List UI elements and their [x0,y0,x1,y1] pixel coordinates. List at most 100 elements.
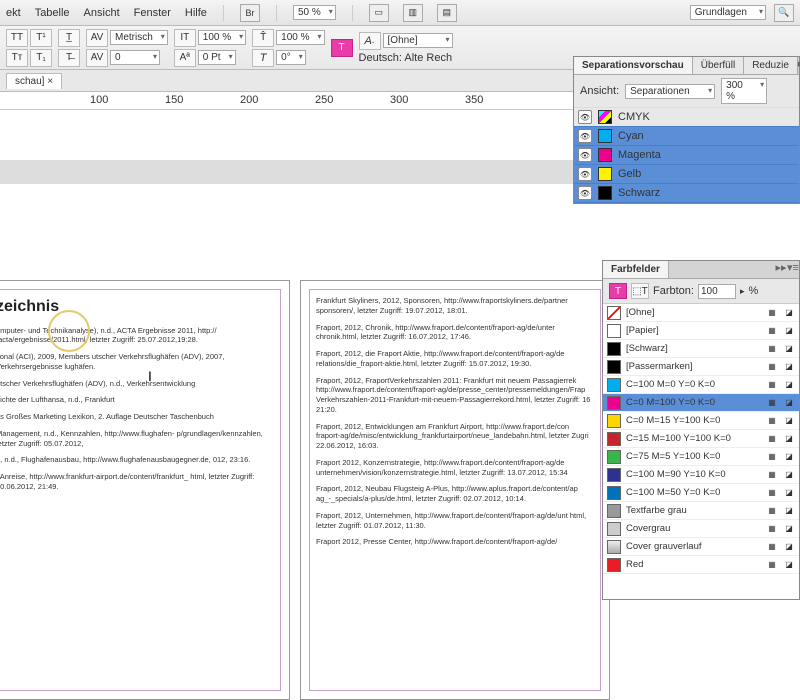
paragraph: Management, n.d., Kennzahlen, http://www… [0,429,274,449]
swatch-type-icon: ▦ [766,343,778,355]
baseline-dropdown[interactable]: 0 Pt [198,50,236,65]
menu-fenster[interactable]: Fenster [134,7,171,19]
baseline-icon: Aª [174,49,196,67]
page-left[interactable]: zeichnis omputer- und Technikanalyse), n… [0,280,290,700]
paragraph: utscher Verkehrsflughäfen (ADV), n.d., V… [0,379,274,389]
hscale-icon: IT [174,29,196,47]
swatch-type-icon: ▦ [766,415,778,427]
swatch-item[interactable]: Red▦◪ [603,556,799,574]
search-icon[interactable]: 🔍 [774,4,794,22]
swatch-item[interactable]: [Passermarken]▦◪ [603,358,799,376]
color-mode-icon: ◪ [783,487,795,499]
swatch-item[interactable]: [Schwarz]▦◪ [603,340,799,358]
ansicht-dropdown[interactable]: Separationen [625,84,715,99]
color-mode-icon: ◪ [783,325,795,337]
swatch-type-icon: ▦ [766,325,778,337]
stroke-swatch-icon[interactable]: ⬚T [631,283,649,299]
swatch-item[interactable]: Textfarbe grau▦◪ [603,502,799,520]
swatch-type-icon: ▦ [766,541,778,553]
paragraph: Frankfurt Skyliners, 2012, Sponsoren, ht… [316,296,594,316]
paragraph: , Anreise, http://www.frankfurt-airport.… [0,472,274,492]
text-frame-right[interactable]: Frankfurt Skyliners, 2012, Sponsoren, ht… [309,289,601,691]
text-frame-left[interactable]: zeichnis omputer- und Technikanalyse), n… [0,289,281,691]
visibility-toggle[interactable]: 👁 [578,110,592,124]
paragraph: Fraport, 2012, Neubau Flugsteig A-Plus, … [316,484,594,504]
visibility-toggle[interactable]: 👁 [578,167,592,181]
paragraph: Fraport 2012, Presse Center, http://www.… [316,537,594,547]
percent-label: % [749,285,759,297]
swatch-item[interactable]: C=75 M=5 Y=100 K=0▦◪ [603,448,799,466]
sep-zoom-dropdown[interactable]: 300 % [721,78,767,104]
color-mode-icon: ◪ [783,505,795,517]
menu-objekt[interactable]: ekt [6,7,21,19]
tab-overfill[interactable]: Überfüll [693,57,744,74]
screen-mode-icon[interactable]: ▥ [403,4,423,22]
swatch-item[interactable]: C=100 M=90 Y=10 K=0▦◪ [603,466,799,484]
separation-item[interactable]: 👁Cyan [574,127,799,146]
tt-caps-btn[interactable]: TT [6,29,28,47]
swatch-item[interactable]: C=0 M=100 Y=0 K=0▦◪ [603,394,799,412]
tracking-dropdown[interactable]: 0 [110,50,160,65]
workspace-dropdown[interactable]: Grundlagen [690,5,766,20]
swatch-item[interactable]: C=100 M=50 Y=0 K=0▦◪ [603,484,799,502]
menu-tabelle[interactable]: Tabelle [35,7,70,19]
view-mode-icon[interactable]: ▭ [369,4,389,22]
separation-item[interactable]: 👁Magenta [574,146,799,165]
vscale-dropdown[interactable]: 100 % [276,30,324,45]
menu-hilfe[interactable]: Hilfe [185,7,207,19]
color-mode-icon: ◪ [783,307,795,319]
kerning-dropdown[interactable]: Metrisch [110,30,168,45]
subscript-btn[interactable]: T₁ [30,49,52,67]
color-mode-icon: ◪ [783,541,795,553]
fill-color-btn[interactable]: T [331,39,353,57]
swatch-item[interactable]: Cover grauverlauf▦◪ [603,538,799,556]
tt-small-btn[interactable]: Tᴛ [6,49,28,67]
paragraph: Fraport, 2012, Entwicklungen am Frankfur… [316,422,594,451]
separation-item[interactable]: 👁Gelb [574,165,799,184]
paragraph: Fraport 2012, Konzernstrategie, http://w… [316,458,594,478]
separation-item[interactable]: 👁CMYK [574,108,799,127]
color-mode-icon: ◪ [783,469,795,481]
color-mode-icon: ◪ [783,451,795,463]
underline-btn[interactable]: T̲ [58,29,80,47]
swatch-type-icon: ▦ [766,451,778,463]
fill-swatch-icon[interactable]: T [609,283,627,299]
skew-icon: T [252,49,274,67]
swatch-item[interactable]: C=100 M=0 Y=0 K=0▦◪ [603,376,799,394]
paragraph: Fraport, 2012, die Fraport Aktie, http:/… [316,349,594,369]
paragraph: Fraport, 2012, Chronik, http://www.frapo… [316,323,594,343]
swatch-item[interactable]: C=15 M=100 Y=100 K=0▦◪ [603,430,799,448]
zoom-dropdown[interactable]: 50 % [293,5,336,20]
menubar: ekt Tabelle Ansicht Fenster Hilfe Br 50 … [0,0,800,26]
separation-item[interactable]: 👁Schwarz [574,184,799,203]
paragraph: tional (ACI), 2009, Members utscher Verk… [0,352,274,372]
bridge-button[interactable]: Br [240,4,260,22]
swatch-item[interactable]: [Ohne]▦◪ [603,304,799,322]
skew-dropdown[interactable]: 0° [276,50,306,65]
visibility-toggle[interactable]: 👁 [578,129,592,143]
panel-menu-icon[interactable]: ▾≡ [787,261,799,278]
superscript-btn[interactable]: T¹ [30,29,52,47]
strike-btn[interactable]: T̶ [58,49,80,67]
tab-reduce[interactable]: Reduzie [744,57,798,74]
visibility-toggle[interactable]: 👁 [578,148,592,162]
separations-panel: Separationsvorschau Überfüll Reduzie ▸≡ … [573,56,800,204]
arrange-icon[interactable]: ▤ [437,4,457,22]
page-right[interactable]: Frankfurt Skyliners, 2012, Sponsoren, ht… [300,280,610,700]
swatch-item[interactable]: C=0 M=15 Y=100 K=0▦◪ [603,412,799,430]
swatch-item[interactable]: [Papier]▦◪ [603,322,799,340]
menu-ansicht[interactable]: Ansicht [84,7,120,19]
hscale-dropdown[interactable]: 100 % [198,30,246,45]
tab-separations[interactable]: Separationsvorschau [574,57,693,74]
paragraph: omputer- und Technikanalyse), n.d., ACTA… [0,326,274,346]
swatch-type-icon: ▦ [766,505,778,517]
visibility-toggle[interactable]: 👁 [578,186,592,200]
swatches-panel: Farbfelder ▸▸ ▾≡ T ⬚T Farbton: ▸ % [Ohne… [602,260,800,600]
document-tab[interactable]: schau] × [6,73,62,89]
tab-farbfelder[interactable]: Farbfelder [603,261,669,278]
charstyle-dropdown[interactable]: [Ohne] [383,33,453,48]
panel-collapse-icon[interactable]: ▸▸ [775,261,787,278]
swatch-type-icon: ▦ [766,433,778,445]
swatch-item[interactable]: Covergrau▦◪ [603,520,799,538]
farbton-input[interactable] [698,284,736,299]
